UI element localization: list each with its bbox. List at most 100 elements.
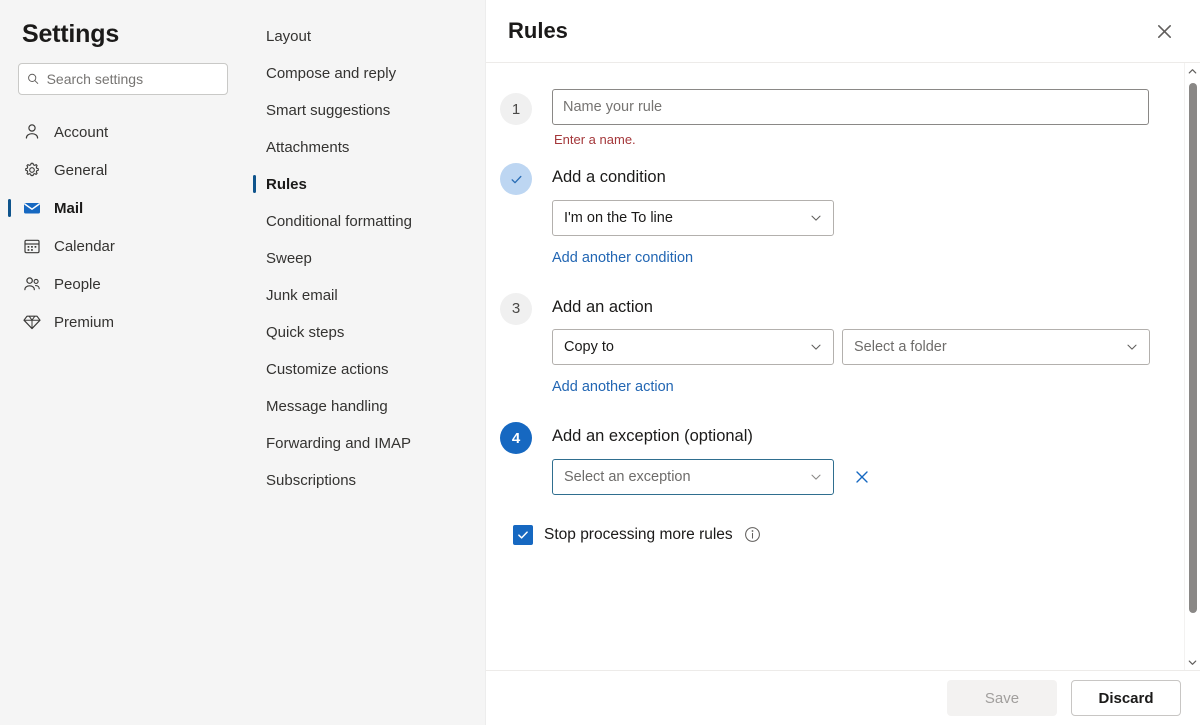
- subnav-item-compose-and-reply[interactable]: Compose and reply: [250, 55, 485, 92]
- subnav-item-label: Compose and reply: [266, 65, 396, 82]
- save-button[interactable]: Save: [947, 680, 1057, 716]
- condition-select[interactable]: I'm on the To line: [552, 200, 834, 236]
- scroll-up-button[interactable]: [1185, 63, 1200, 79]
- check-icon: [516, 528, 530, 542]
- remove-exception-button[interactable]: [849, 464, 875, 490]
- sidebar-item-label: People: [54, 276, 101, 293]
- search-icon: [27, 72, 40, 86]
- exception-label: Add an exception (optional): [552, 418, 1160, 447]
- exception-select[interactable]: Select an exception: [552, 459, 834, 495]
- sidebar-item-label: General: [54, 162, 107, 179]
- rule-step-exception: 4 Add an exception (optional) Select an …: [500, 418, 1160, 495]
- add-another-action-link[interactable]: Add another action: [552, 379, 674, 395]
- exception-row: Select an exception: [552, 459, 1160, 495]
- subnav-item-layout[interactable]: Layout: [250, 18, 485, 55]
- sidebar-item-label: Account: [54, 124, 108, 141]
- mail-subnav: Layout Compose and reply Smart suggestio…: [250, 0, 486, 725]
- subnav-item-quick-steps[interactable]: Quick steps: [250, 314, 485, 351]
- close-icon: [1155, 22, 1174, 41]
- chevron-down-icon: [1124, 340, 1140, 354]
- exception-select-value: Select an exception: [564, 469, 691, 485]
- subnav-item-label: Customize actions: [266, 361, 389, 378]
- sidebar-item-label: Mail: [54, 200, 83, 217]
- subnav-item-label: Conditional formatting: [266, 213, 412, 230]
- panel-title: Rules: [508, 18, 568, 44]
- subnav-item-label: Smart suggestions: [266, 102, 390, 119]
- page-title: Settings: [22, 20, 250, 49]
- step-1-content: Enter a name.: [552, 89, 1160, 147]
- rules-panel: Rules 1 Enter a name.: [486, 0, 1200, 725]
- subnav-item-customize-actions[interactable]: Customize actions: [250, 351, 485, 388]
- subnav-item-label: Subscriptions: [266, 472, 356, 489]
- rule-name-input[interactable]: [552, 89, 1149, 125]
- rule-name-error: Enter a name.: [554, 132, 1160, 147]
- sidebar-item-label: Premium: [54, 314, 114, 331]
- rule-form: 1 Enter a name. Add a condition: [486, 63, 1200, 670]
- sidebar-item-people[interactable]: People: [0, 265, 244, 303]
- envelope-icon: [22, 198, 42, 218]
- sidebar-item-calendar[interactable]: Calendar: [0, 227, 244, 265]
- condition-label: Add a condition: [552, 159, 1160, 188]
- subnav-item-label: Message handling: [266, 398, 388, 415]
- diamond-icon: [22, 312, 42, 332]
- subnav-item-label: Quick steps: [266, 324, 344, 341]
- action-select[interactable]: Copy to: [552, 329, 834, 365]
- settings-window: Settings Account: [0, 0, 1200, 725]
- subnav-item-label: Attachments: [266, 139, 349, 156]
- info-icon[interactable]: [744, 526, 761, 543]
- check-icon: [509, 172, 524, 187]
- chevron-up-icon: [1188, 67, 1197, 76]
- add-another-condition-link[interactable]: Add another condition: [552, 250, 693, 266]
- action-select-value: Copy to: [564, 339, 614, 355]
- condition-select-value: I'm on the To line: [564, 210, 673, 226]
- scrollbar-thumb[interactable]: [1189, 83, 1197, 613]
- sidebar-item-account[interactable]: Account: [0, 113, 244, 151]
- step-badge-4: 4: [500, 422, 532, 454]
- subnav-item-attachments[interactable]: Attachments: [250, 129, 485, 166]
- sidebar-item-mail[interactable]: Mail: [0, 189, 244, 227]
- search-input[interactable]: [47, 71, 219, 87]
- subnav-item-label: Forwarding and IMAP: [266, 435, 411, 452]
- panel-scrollbar[interactable]: [1184, 63, 1200, 670]
- close-button[interactable]: [1146, 13, 1182, 49]
- subnav-item-label: Sweep: [266, 250, 312, 267]
- subnav-item-label: Junk email: [266, 287, 338, 304]
- folder-select-value: Select a folder: [854, 339, 947, 355]
- subnav-item-label: Rules: [266, 176, 307, 193]
- search-container: [18, 63, 228, 95]
- panel-header: Rules: [486, 0, 1200, 63]
- subnav-item-subscriptions[interactable]: Subscriptions: [250, 462, 485, 499]
- discard-button[interactable]: Discard: [1071, 680, 1181, 716]
- rule-step-name: 1 Enter a name.: [500, 89, 1160, 147]
- people-icon: [22, 274, 42, 294]
- subnav-item-junk-email[interactable]: Junk email: [250, 277, 485, 314]
- step-badge-1: 1: [500, 93, 532, 125]
- rule-step-condition: Add a condition I'm on the To line Add a…: [500, 159, 1160, 267]
- settings-sidebar: Settings Account: [0, 0, 250, 725]
- gear-icon: [22, 160, 42, 180]
- sidebar-item-label: Calendar: [54, 238, 115, 255]
- subnav-item-smart-suggestions[interactable]: Smart suggestions: [250, 92, 485, 129]
- sidebar-item-premium[interactable]: Premium: [0, 303, 244, 341]
- subnav-item-label: Layout: [266, 28, 311, 45]
- subnav-item-conditional-formatting[interactable]: Conditional formatting: [250, 203, 485, 240]
- panel-footer: Save Discard: [486, 670, 1200, 725]
- search-box[interactable]: [18, 63, 228, 95]
- step-2-content: Add a condition I'm on the To line Add a…: [552, 159, 1160, 267]
- person-icon: [22, 122, 42, 142]
- subnav-item-rules[interactable]: Rules: [250, 166, 485, 203]
- subnav-item-forwarding-and-imap[interactable]: Forwarding and IMAP: [250, 425, 485, 462]
- sidebar-nav: Account General Mail: [0, 113, 250, 341]
- subnav-item-sweep[interactable]: Sweep: [250, 240, 485, 277]
- rule-step-action: 3 Add an action Copy to Select a folder: [500, 289, 1160, 397]
- scrollbar-track[interactable]: [1185, 79, 1200, 654]
- sidebar-item-general[interactable]: General: [0, 151, 244, 189]
- stop-processing-checkbox[interactable]: [513, 525, 533, 545]
- scroll-down-button[interactable]: [1185, 654, 1200, 670]
- chevron-down-icon: [808, 470, 824, 484]
- condition-row: I'm on the To line: [552, 200, 1160, 236]
- subnav-item-message-handling[interactable]: Message handling: [250, 388, 485, 425]
- folder-select[interactable]: Select a folder: [842, 329, 1150, 365]
- step-badge-3: 3: [500, 293, 532, 325]
- stop-processing-label: Stop processing more rules: [544, 526, 733, 544]
